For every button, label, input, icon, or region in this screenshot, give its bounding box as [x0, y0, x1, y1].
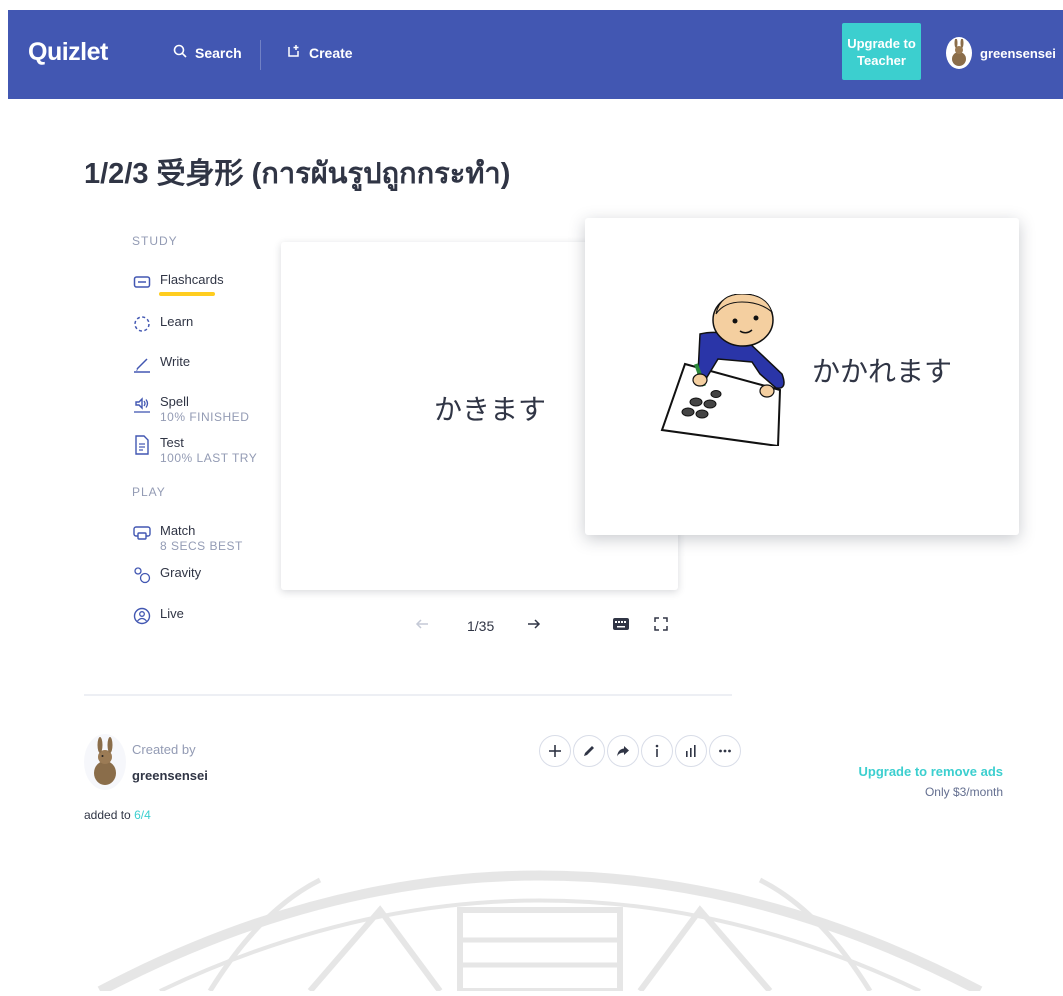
spell-progress: 10% FINISHED	[160, 410, 250, 424]
fullscreen-button[interactable]	[654, 617, 668, 631]
study-heading: STUDY	[132, 234, 178, 248]
quizlet-logo[interactable]: Quizlet	[28, 38, 108, 67]
test-score: 100% LAST TRY	[160, 451, 258, 465]
flashcards-icon	[132, 272, 152, 292]
sidebar-item-match[interactable]: Match 8 SECS BEST	[132, 523, 243, 553]
section-divider	[84, 694, 732, 696]
share-button[interactable]	[607, 735, 639, 767]
watermark-seal	[80, 850, 1000, 996]
info-button[interactable]	[641, 735, 673, 767]
top-navigation-bar: Quizlet Search Create Upgrade to Teacher…	[8, 10, 1063, 99]
keyboard-shortcuts-button[interactable]	[613, 617, 629, 631]
user-menu[interactable]: greensensei ▼	[946, 37, 1063, 69]
folder-link[interactable]: 6/4	[134, 808, 151, 822]
previous-card-button[interactable]	[415, 617, 429, 631]
created-by-label: Created by	[132, 742, 196, 757]
share-arrow-icon	[617, 746, 629, 757]
avatar	[946, 37, 972, 69]
page-title: 1/2/3 受身形 (การผันรูปถูกกระทำ)	[84, 158, 511, 190]
sidebar-item-flashcards[interactable]: Flashcards	[132, 272, 224, 292]
play-heading: PLAY	[132, 485, 166, 499]
edit-button[interactable]	[573, 735, 605, 767]
sidebar-item-live[interactable]: Live	[132, 606, 184, 626]
search-label: Search	[195, 44, 242, 61]
sidebar-item-label: Live	[160, 606, 184, 621]
create-button[interactable]: Create	[287, 44, 353, 61]
flashcard-definition: かかれます	[812, 355, 953, 388]
sidebar-item-learn[interactable]: Learn	[132, 314, 193, 334]
card-counter: 1/35	[467, 618, 495, 634]
set-actions-toolbar	[539, 735, 741, 767]
match-best-time: 8 SECS BEST	[160, 539, 243, 553]
next-card-button[interactable]	[527, 617, 541, 631]
fullscreen-icon	[654, 617, 668, 631]
upgrade-remove-ads-link[interactable]: Upgrade to remove ads	[859, 764, 1004, 779]
added-to-label: added to	[84, 808, 131, 822]
sidebar-item-label: Flashcards	[160, 272, 224, 287]
nav-divider	[260, 40, 261, 70]
arrow-right-icon	[528, 619, 541, 629]
username: greensensei	[980, 45, 1056, 61]
sidebar-item-label: Learn	[160, 314, 194, 329]
flashcard-back[interactable]	[585, 218, 1019, 535]
sidebar-item-label: Match	[160, 523, 196, 538]
bar-chart-icon	[686, 745, 696, 757]
live-icon	[132, 606, 152, 626]
sidebar-item-label: Gravity	[160, 565, 202, 580]
gravity-icon	[132, 565, 152, 585]
arrow-left-icon	[415, 619, 428, 629]
create-icon	[287, 44, 301, 61]
sidebar-item-gravity[interactable]: Gravity	[132, 565, 201, 585]
info-icon	[655, 744, 659, 757]
author-avatar[interactable]	[84, 734, 126, 790]
search-icon	[173, 44, 187, 61]
plus-icon	[549, 745, 561, 757]
speaker-icon	[132, 394, 152, 414]
active-tab-indicator	[159, 292, 215, 296]
create-label: Create	[309, 44, 353, 61]
child-drawing-illustration	[660, 293, 790, 451]
remove-ads-promo: Upgrade to remove ads Only $3/month	[859, 764, 1004, 799]
upgrade-to-teacher-button[interactable]: Upgrade to Teacher	[842, 23, 921, 80]
pencil-icon	[132, 354, 152, 374]
sidebar-item-spell[interactable]: Spell 10% FINISHED	[132, 394, 249, 424]
sidebar-item-label: Spell	[160, 394, 189, 409]
more-options-button[interactable]	[709, 735, 741, 767]
sidebar-item-label: Test	[160, 435, 184, 450]
flashcard-term: かきます	[434, 393, 547, 426]
keyboard-icon	[613, 618, 629, 630]
search-button[interactable]: Search	[173, 44, 242, 61]
match-icon	[132, 523, 152, 543]
learn-icon	[132, 314, 152, 334]
sidebar-item-write[interactable]: Write	[132, 354, 190, 374]
author-name-link[interactable]: greensensei	[132, 768, 208, 783]
pencil-icon	[584, 746, 594, 756]
add-to-folder-button[interactable]	[539, 735, 571, 767]
upgrade-price: Only $3/month	[924, 785, 1003, 799]
sidebar-item-label: Write	[160, 354, 191, 369]
added-to-text: added to 6/4	[84, 808, 151, 822]
sidebar-item-test[interactable]: Test 100% LAST TRY	[132, 435, 257, 465]
stats-button[interactable]	[675, 735, 707, 767]
document-icon	[132, 435, 152, 455]
ellipsis-icon	[719, 749, 731, 753]
